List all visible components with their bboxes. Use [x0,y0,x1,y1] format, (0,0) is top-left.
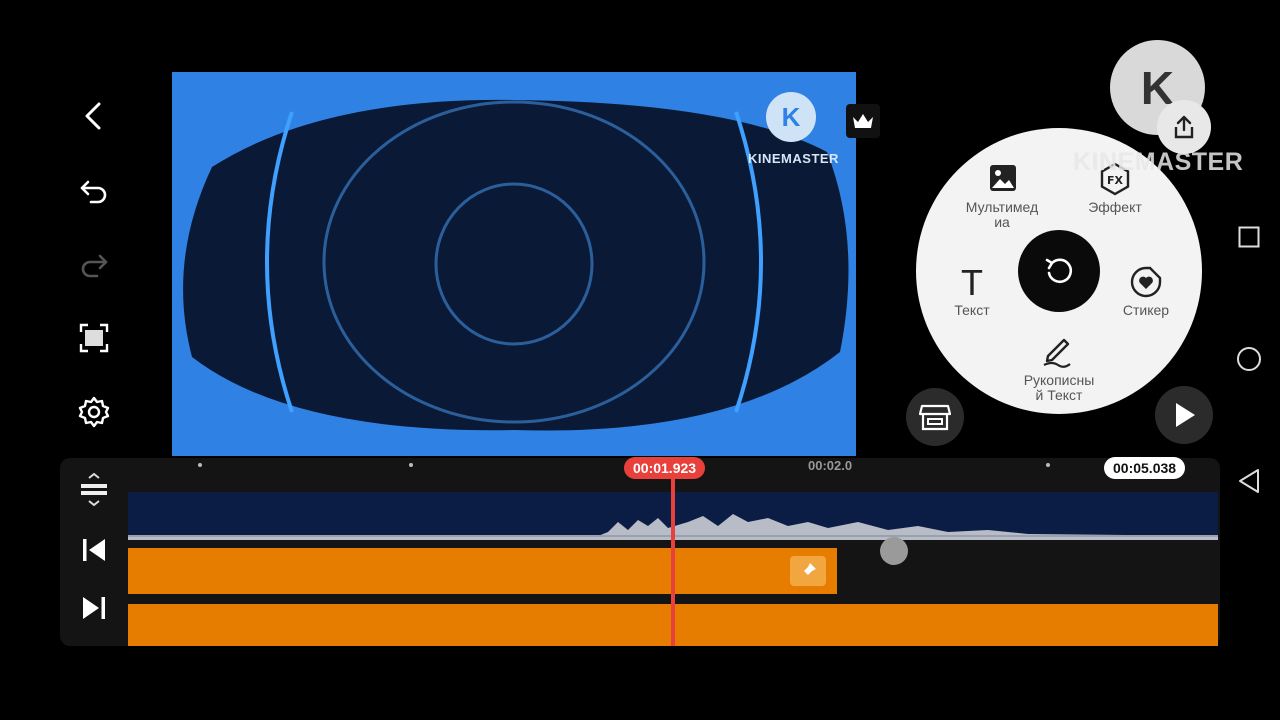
jump-to-start-button[interactable] [74,528,114,572]
crown-icon [853,114,873,128]
logo-letter: K [781,101,801,132]
share-button[interactable] [1157,100,1211,154]
skip-end-icon [83,597,105,619]
handwriting-icon[interactable] [1040,334,1074,368]
current-time-badge: 00:01.923 [624,457,706,479]
watermark-large: KINEMASTER [1073,148,1244,176]
play-icon [1176,403,1195,427]
sticker-icon[interactable] [1129,265,1163,299]
redo-icon [81,254,108,278]
nav-home-button[interactable] [1230,340,1268,378]
preview-artwork [183,99,849,431]
redo-button[interactable] [68,238,120,290]
settings-button[interactable] [68,386,120,438]
effect-label[interactable]: Эффект [1070,200,1160,215]
triangle-back-icon [1239,469,1259,493]
nav-recents-button[interactable] [1230,218,1268,256]
circle-icon [1237,347,1261,371]
back-button[interactable] [68,90,120,142]
play-button[interactable] [1155,386,1213,444]
center-rotate-button[interactable] [1018,230,1100,312]
track-height-icon [81,472,107,507]
media-icon[interactable] [989,164,1017,192]
pin-icon [800,563,816,579]
asset-store-button[interactable] [906,388,964,446]
jump-to-end-button[interactable] [74,586,114,630]
total-duration-badge: 00:05.038 [1104,457,1186,479]
premium-button[interactable] [846,104,880,138]
skip-start-icon [83,539,105,561]
overlay-clip[interactable] [128,548,837,594]
chevron-left-icon [85,102,101,130]
fullscreen-icon [79,323,109,353]
track-height-button[interactable] [74,468,114,512]
undo-button[interactable] [68,164,120,216]
kinemaster-logo-small: K [766,92,816,142]
share-icon [1174,115,1194,139]
store-icon [919,404,951,431]
text-icon[interactable]: T [956,262,988,304]
watermark-small: KINEMASTER [748,151,839,166]
ruler-tick [198,463,202,467]
ruler-tick [1046,463,1050,467]
square-icon [1238,226,1260,248]
gear-icon [78,396,110,428]
sticker-label[interactable]: Стикер [1108,303,1184,318]
editor-screen: K KINEMASTER K Мультимед иа FX Эффект T … [0,40,1280,646]
undo-icon [80,180,107,204]
handwriting-label[interactable]: Рукописны й Текст [1004,373,1114,403]
video-preview[interactable]: K KINEMASTER [172,72,856,456]
media-label[interactable]: Мультимед иа [952,200,1052,230]
pin-button[interactable] [790,556,826,586]
ruler-mark: 00:02.0 [808,458,853,473]
ruler-tick [409,463,413,467]
rotate-icon [1045,258,1073,284]
nav-back-button[interactable] [1230,462,1268,500]
playhead[interactable] [671,472,675,646]
text-label[interactable]: Текст [936,303,1008,318]
track-scroll-handle[interactable] [880,537,908,565]
fullscreen-button[interactable] [68,312,120,364]
